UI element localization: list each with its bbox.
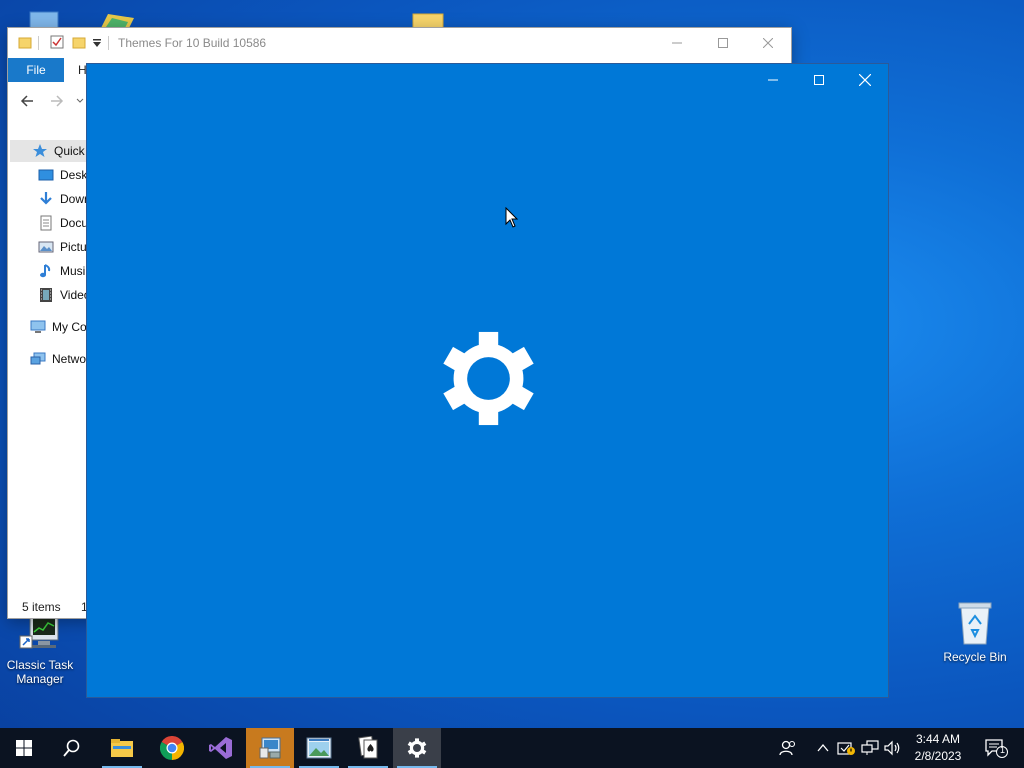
notification-badge: 1: [1000, 745, 1006, 755]
separator: [38, 36, 39, 50]
gear-icon: [443, 331, 534, 426]
nav-item-videos[interactable]: Video: [38, 284, 88, 306]
folder-icon: [18, 37, 32, 49]
nav-item-label: Quick: [54, 144, 85, 158]
chevron-down-icon[interactable]: [92, 38, 106, 52]
maximize-icon: [814, 75, 824, 85]
back-arrow-icon[interactable]: [20, 94, 34, 108]
nav-item-label: Desk: [60, 168, 88, 182]
notification-center-button[interactable]: 1: [978, 728, 1014, 768]
minimize-button[interactable]: [750, 65, 796, 95]
image-viewer-icon: [306, 737, 332, 759]
close-button[interactable]: [745, 28, 791, 58]
status-item-count: 5 items: [22, 600, 61, 614]
taskbar: 3:44 AM 2/8/2023 1: [0, 728, 1024, 768]
desktop-icon-label: Classic Task: [6, 658, 74, 672]
pictures-icon: [38, 241, 54, 253]
desktop-icon-classic-task-manager[interactable]: Classic Task Manager: [0, 614, 80, 686]
taskbar-clock[interactable]: 3:44 AM 2/8/2023: [905, 731, 971, 765]
maximize-button[interactable]: [700, 28, 746, 58]
settings-gear-icon: [407, 738, 427, 758]
maximize-button[interactable]: [796, 65, 842, 95]
nav-item-network[interactable]: Netwo: [30, 348, 88, 370]
close-button[interactable]: [842, 65, 888, 95]
network-icon: [30, 352, 46, 365]
forward-arrow-icon[interactable]: [50, 94, 64, 108]
desktop-folder-icon: [38, 169, 54, 181]
nav-item-label: My Co: [52, 320, 87, 334]
visual-studio-icon: [209, 737, 232, 759]
nav-item-my-computer[interactable]: My Co: [30, 316, 88, 338]
control-panel-icon: [259, 737, 281, 759]
minimize-icon: [672, 42, 682, 44]
taskbar-visual-studio[interactable]: [197, 728, 245, 768]
close-icon: [859, 74, 871, 86]
properties-icon[interactable]: [50, 35, 64, 49]
taskbar-image-viewer[interactable]: [295, 728, 343, 768]
nav-item-label: Netwo: [52, 352, 87, 366]
action-center-alert-button[interactable]: [836, 728, 856, 768]
search-icon: [63, 739, 80, 757]
tab-home[interactable]: H: [78, 63, 87, 77]
new-folder-icon[interactable]: [72, 35, 86, 49]
close-icon: [763, 38, 773, 48]
star-icon: [33, 144, 47, 157]
minimize-icon: [768, 79, 778, 81]
minimize-button[interactable]: [654, 28, 700, 58]
nav-item-desktop[interactable]: Desk: [38, 164, 88, 186]
document-icon: [40, 215, 52, 231]
computer-icon: [29, 11, 59, 31]
show-hidden-icons-button[interactable]: [812, 728, 834, 768]
navigation-pane: Quick Desk Dowr Docu Pictu Musi Video My…: [8, 136, 88, 616]
chevron-up-icon: [817, 743, 829, 752]
nav-item-label: Pictu: [60, 240, 87, 254]
nav-item-documents[interactable]: Docu: [38, 212, 88, 234]
explorer-title-bar[interactable]: Themes For 10 Build 10586: [8, 28, 791, 58]
volume-button[interactable]: [883, 728, 903, 768]
nav-item-music[interactable]: Musi: [38, 260, 88, 282]
mouse-cursor-icon: [505, 207, 519, 228]
computer-icon: [30, 320, 46, 333]
nav-item-label: Video: [60, 288, 88, 302]
taskbar-solitaire[interactable]: [344, 728, 392, 768]
network-tray-icon: [861, 740, 879, 755]
download-icon: [40, 192, 52, 205]
start-icon: [16, 740, 32, 756]
video-icon: [40, 288, 52, 302]
speaker-icon: [884, 740, 900, 756]
search-button[interactable]: [48, 728, 96, 768]
file-explorer-icon: [111, 739, 133, 757]
clock-date: 2/8/2023: [914, 749, 962, 763]
security-alert-icon: [837, 742, 855, 755]
nav-item-quick-access[interactable]: Quick: [10, 140, 88, 162]
solitaire-icon: [358, 736, 378, 759]
music-icon: [40, 264, 51, 278]
task-manager-icon: [18, 614, 62, 654]
nav-item-label: Docu: [60, 216, 88, 230]
nav-item-label: Musi: [60, 264, 86, 278]
chrome-icon: [160, 736, 184, 760]
desktop-icon-recycle-bin[interactable]: Recycle Bin: [935, 600, 1015, 664]
clock-time: 3:44 AM: [915, 732, 961, 746]
taskbar-file-explorer[interactable]: [98, 728, 146, 768]
nav-item-label: Dowr: [60, 192, 88, 206]
recycle-bin-icon: [953, 600, 997, 646]
taskbar-chrome[interactable]: [148, 728, 196, 768]
nav-item-downloads[interactable]: Dowr: [38, 188, 88, 210]
window-title: Themes For 10 Build 10586: [118, 36, 267, 50]
network-tray-button[interactable]: [860, 728, 880, 768]
people-icon: [779, 740, 796, 756]
tab-file[interactable]: File: [8, 58, 64, 82]
nav-item-pictures[interactable]: Pictu: [38, 236, 88, 258]
desktop-icon-label: Manager: [16, 672, 64, 686]
taskbar-control-panel[interactable]: [246, 728, 294, 768]
desktop-icon-label: Recycle Bin: [943, 650, 1007, 664]
chevron-down-icon[interactable]: [76, 97, 84, 105]
start-button[interactable]: [0, 728, 48, 768]
people-button[interactable]: [774, 728, 802, 768]
separator: [108, 36, 109, 50]
taskbar-settings[interactable]: [393, 728, 441, 768]
maximize-icon: [718, 38, 728, 48]
